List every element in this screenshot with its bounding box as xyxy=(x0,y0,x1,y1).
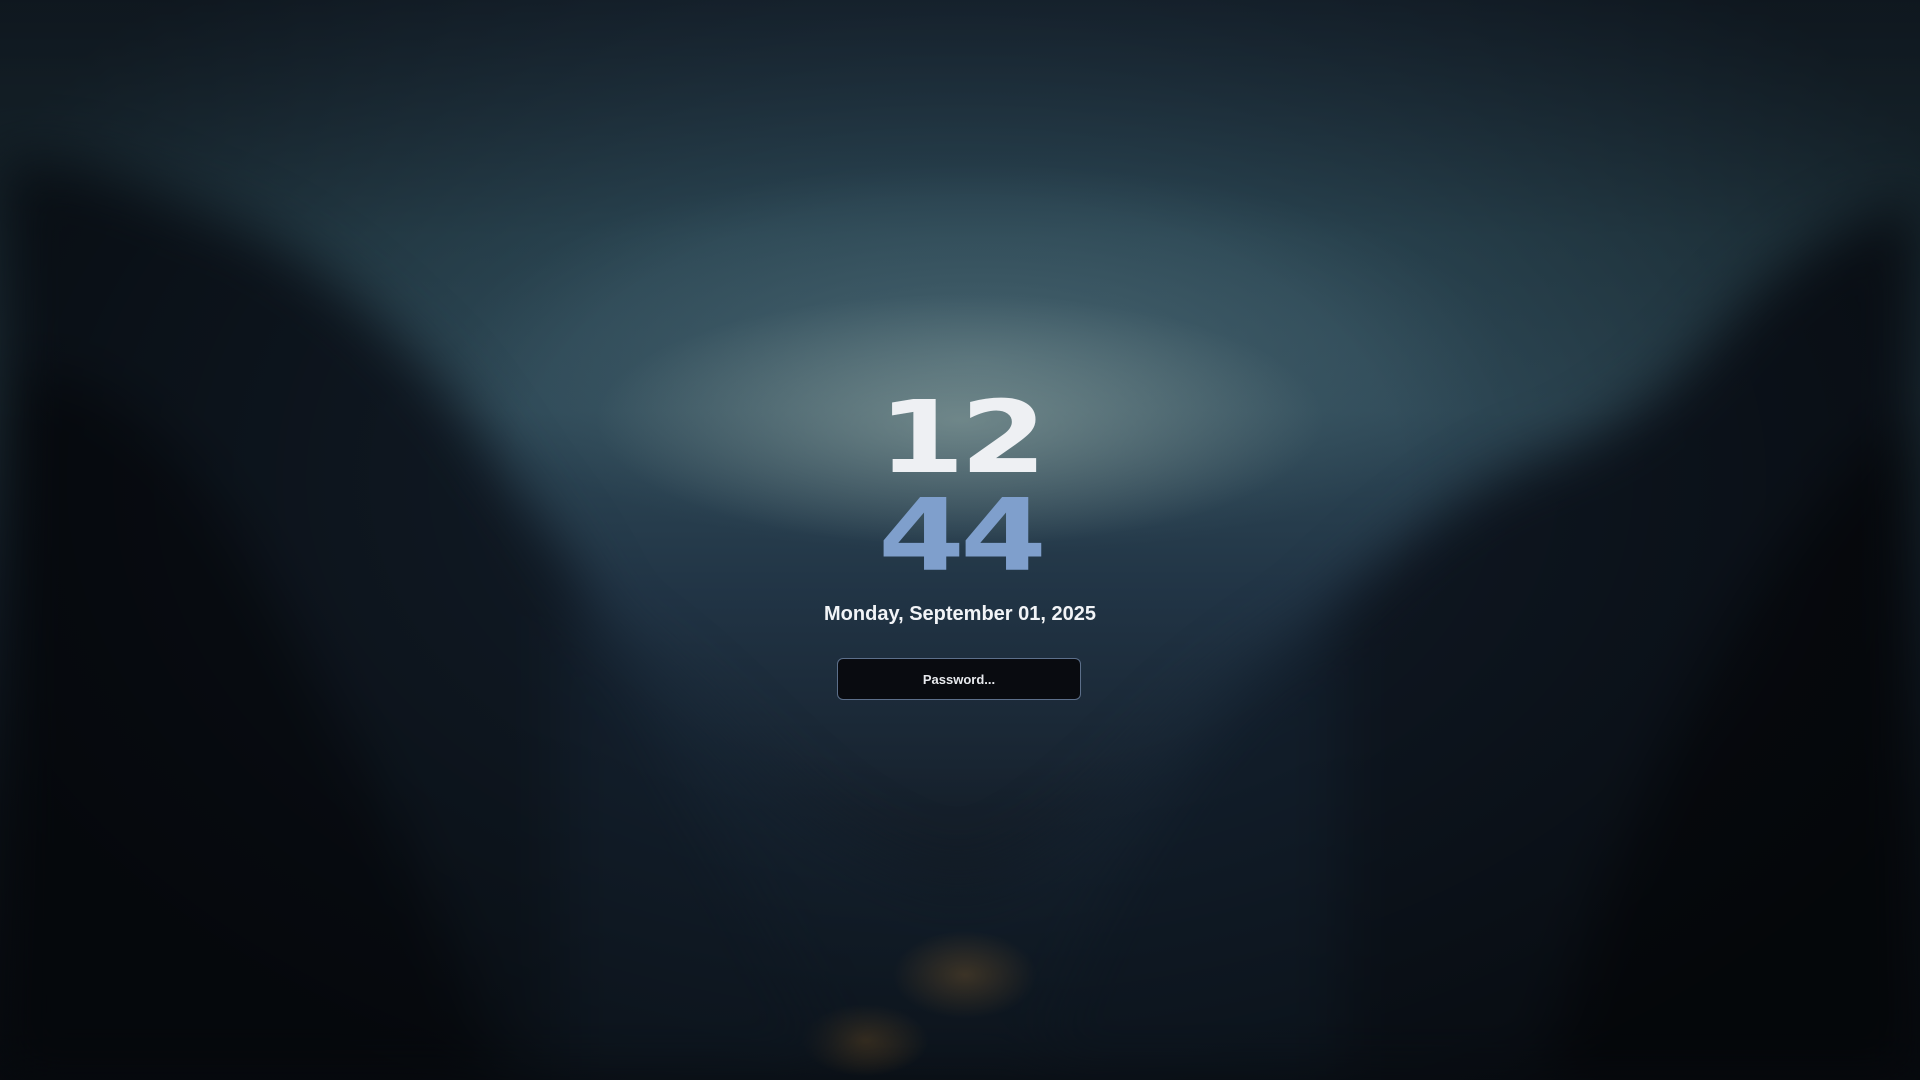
date-label: Monday, September 01, 2025 xyxy=(824,603,1096,625)
clock-minutes: 44 xyxy=(878,477,1047,594)
password-field[interactable] xyxy=(837,658,1081,700)
lock-screen: 12 44 Monday, September 01, 2025 xyxy=(0,0,1920,1080)
clock-hours: 12 xyxy=(878,379,1047,496)
password-input[interactable] xyxy=(838,658,1080,700)
